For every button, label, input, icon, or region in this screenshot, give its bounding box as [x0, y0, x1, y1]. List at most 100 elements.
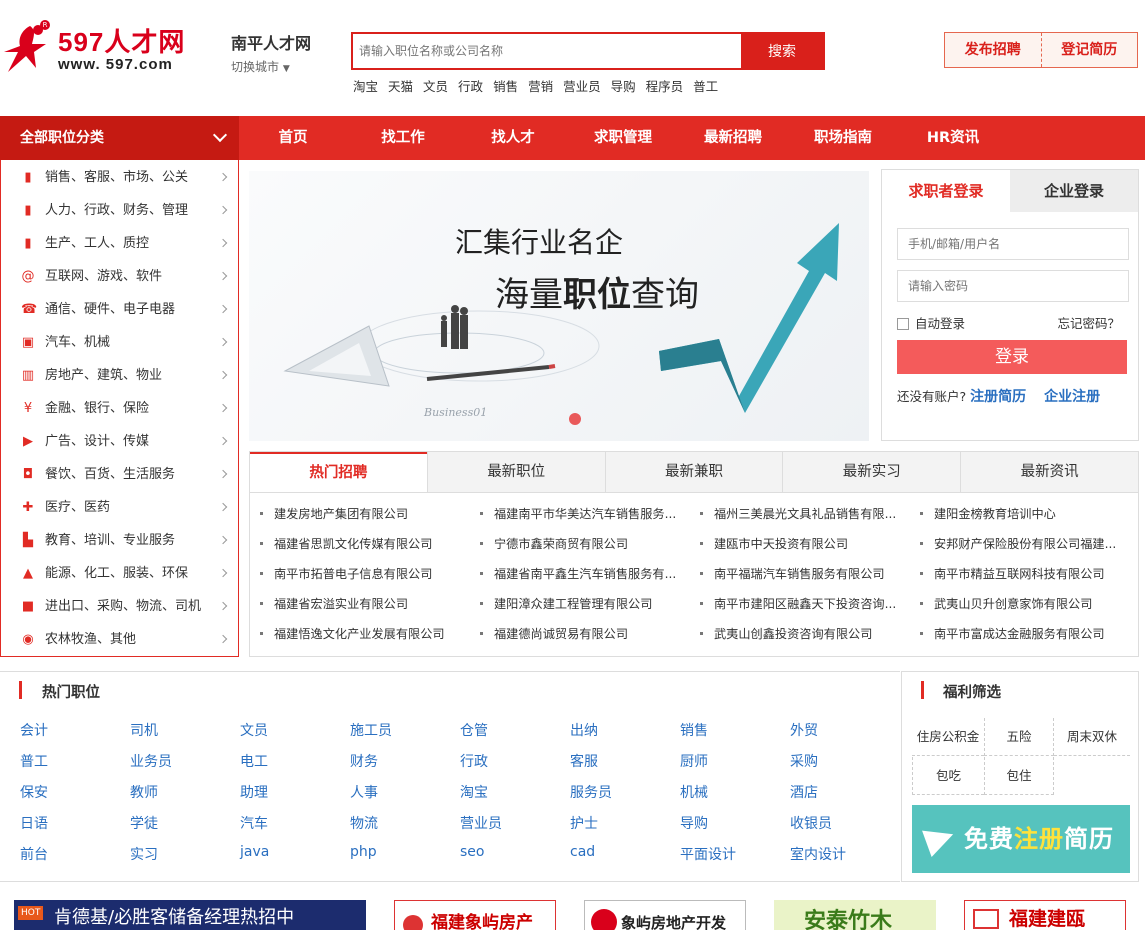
- company-link[interactable]: 福建南平市华美达汽车销售服务...: [480, 504, 690, 522]
- position-link[interactable]: 文员: [240, 720, 268, 740]
- company-link[interactable]: 安邦财产保险股份有限公司福建...: [920, 534, 1130, 552]
- position-link[interactable]: 客服: [570, 751, 598, 771]
- position-link[interactable]: 汽车: [240, 813, 268, 833]
- company-link[interactable]: 武夷山创鑫投资咨询有限公司: [700, 624, 910, 642]
- nav-item-job-management[interactable]: 求职管理: [568, 116, 678, 160]
- welfare-tag[interactable]: 五险: [984, 718, 1054, 756]
- position-link[interactable]: 普工: [20, 751, 48, 771]
- company-link[interactable]: 宁德市鑫荣商贸有限公司: [480, 534, 690, 552]
- ad-banner[interactable]: 福建象屿房产: [394, 900, 556, 930]
- category-item[interactable]: ¥ 金融、银行、保险: [1, 392, 238, 425]
- hot-word-link[interactable]: 程序员: [646, 79, 684, 94]
- hot-word-link[interactable]: 文员: [423, 79, 448, 94]
- nav-item-home[interactable]: 首页: [238, 116, 348, 160]
- position-link[interactable]: 实习: [130, 844, 158, 864]
- category-item[interactable]: ▮ 人力、行政、财务、管理: [1, 194, 238, 227]
- position-link[interactable]: 仓管: [460, 720, 488, 740]
- category-item[interactable]: ▮ 生产、工人、质控: [1, 227, 238, 260]
- welfare-tag[interactable]: 包住: [984, 757, 1054, 795]
- site-logo[interactable]: R 597人才网 www. 597.com: [0, 18, 195, 78]
- position-link[interactable]: 导购: [680, 813, 708, 833]
- category-item[interactable]: ◘ 餐饮、百货、生活服务: [1, 458, 238, 491]
- category-item[interactable]: ✚ 医疗、医药: [1, 491, 238, 524]
- position-link[interactable]: 销售: [680, 720, 708, 740]
- company-link[interactable]: 南平市拓普电子信息有限公司: [260, 564, 470, 582]
- login-button[interactable]: 登录: [897, 340, 1127, 374]
- welfare-tag[interactable]: 住房公积金: [912, 718, 984, 756]
- register-company-link[interactable]: 企业注册: [1044, 389, 1100, 405]
- category-item[interactable]: ▲ 能源、化工、服装、环保: [1, 557, 238, 590]
- position-link[interactable]: 采购: [790, 751, 818, 771]
- tab-hot-jobs[interactable]: 热门招聘: [250, 452, 427, 492]
- position-link[interactable]: 保安: [20, 782, 48, 802]
- nav-item-latest-jobs[interactable]: 最新招聘: [678, 116, 788, 160]
- position-link[interactable]: 收银员: [790, 813, 832, 833]
- position-link[interactable]: cad: [570, 844, 595, 860]
- hot-word-link[interactable]: 普工: [693, 79, 718, 94]
- password-input[interactable]: [897, 270, 1129, 302]
- category-item[interactable]: ◉ 农林牧渔、其他: [1, 623, 238, 656]
- tab-latest-internship[interactable]: 最新实习: [782, 452, 961, 492]
- nav-item-find-job[interactable]: 找工作: [348, 116, 458, 160]
- company-link[interactable]: 福建省宏溢实业有限公司: [260, 594, 470, 612]
- position-link[interactable]: 淘宝: [460, 782, 488, 802]
- company-link[interactable]: 福建省南平鑫生汽车销售服务有...: [480, 564, 690, 582]
- register-resume-button[interactable]: 登记简历: [1042, 33, 1138, 67]
- category-item[interactable]: ▶ 广告、设计、传媒: [1, 425, 238, 458]
- position-link[interactable]: 厨师: [680, 751, 708, 771]
- company-link[interactable]: 南平市精益互联网科技有限公司: [920, 564, 1130, 582]
- ad-banner[interactable]: 福建建瓯: [964, 900, 1126, 930]
- tab-latest-news[interactable]: 最新资讯: [960, 452, 1138, 492]
- company-link[interactable]: 建发房地产集团有限公司: [260, 504, 470, 522]
- carousel-dot[interactable]: [569, 413, 581, 425]
- hot-word-link[interactable]: 营业员: [563, 79, 601, 94]
- ad-banner[interactable]: 安泰竹木: [774, 900, 936, 930]
- company-link[interactable]: 福建悟逸文化产业发展有限公司: [260, 624, 470, 642]
- position-link[interactable]: 日语: [20, 813, 48, 833]
- category-item[interactable]: ▣ 汽车、机械: [1, 326, 238, 359]
- position-link[interactable]: 施工员: [350, 720, 392, 740]
- position-link[interactable]: 室内设计: [790, 844, 846, 864]
- position-link[interactable]: 酒店: [790, 782, 818, 802]
- search-input[interactable]: [353, 34, 743, 68]
- position-link[interactable]: 机械: [680, 782, 708, 802]
- position-link[interactable]: java: [240, 844, 269, 860]
- hot-word-link[interactable]: 营销: [528, 79, 553, 94]
- position-link[interactable]: 业务员: [130, 751, 172, 771]
- position-link[interactable]: 教师: [130, 782, 158, 802]
- username-input[interactable]: [897, 228, 1129, 260]
- category-item[interactable]: ▥ 房地产、建筑、物业: [1, 359, 238, 392]
- position-link[interactable]: 电工: [240, 751, 268, 771]
- company-link[interactable]: 武夷山贝升创意家饰有限公司: [920, 594, 1130, 612]
- welfare-tag[interactable]: 包吃: [912, 757, 984, 795]
- position-link[interactable]: 前台: [20, 844, 48, 864]
- position-link[interactable]: 司机: [130, 720, 158, 740]
- position-link[interactable]: 财务: [350, 751, 378, 771]
- position-link[interactable]: 护士: [570, 813, 598, 833]
- position-link[interactable]: php: [350, 844, 377, 860]
- company-link[interactable]: 南平福瑞汽车销售服务有限公司: [700, 564, 910, 582]
- position-link[interactable]: 学徒: [130, 813, 158, 833]
- company-link[interactable]: 南平市建阳区融鑫天下投资咨询...: [700, 594, 910, 612]
- category-item[interactable]: @ 互联网、游戏、软件: [1, 260, 238, 293]
- hot-word-link[interactable]: 行政: [458, 79, 483, 94]
- hot-word-link[interactable]: 导购: [611, 79, 636, 94]
- position-link[interactable]: 服务员: [570, 782, 612, 802]
- nav-item-find-talent[interactable]: 找人才: [458, 116, 568, 160]
- tab-latest-parttime[interactable]: 最新兼职: [604, 452, 783, 492]
- position-link[interactable]: 营业员: [460, 813, 502, 833]
- company-link[interactable]: 福建省思凯文化传媒有限公司: [260, 534, 470, 552]
- tab-seeker-login[interactable]: 求职者登录: [882, 170, 1010, 212]
- position-link[interactable]: 外贸: [790, 720, 818, 740]
- company-link[interactable]: 建阳漳众建工程管理有限公司: [480, 594, 690, 612]
- position-link[interactable]: 平面设计: [680, 844, 736, 864]
- category-item[interactable]: ■ 进出口、采购、物流、司机: [1, 590, 238, 623]
- free-register-resume-banner[interactable]: 免费注册简历: [912, 805, 1130, 873]
- hot-word-link[interactable]: 销售: [493, 79, 518, 94]
- category-item[interactable]: ☎ 通信、硬件、电子电器: [1, 293, 238, 326]
- tab-latest-jobs[interactable]: 最新职位: [426, 452, 605, 492]
- position-link[interactable]: 会计: [20, 720, 48, 740]
- nav-item-career-guide[interactable]: 职场指南: [788, 116, 898, 160]
- hot-word-link[interactable]: 天猫: [388, 79, 413, 94]
- auto-login-checkbox[interactable]: 自动登录: [897, 313, 965, 332]
